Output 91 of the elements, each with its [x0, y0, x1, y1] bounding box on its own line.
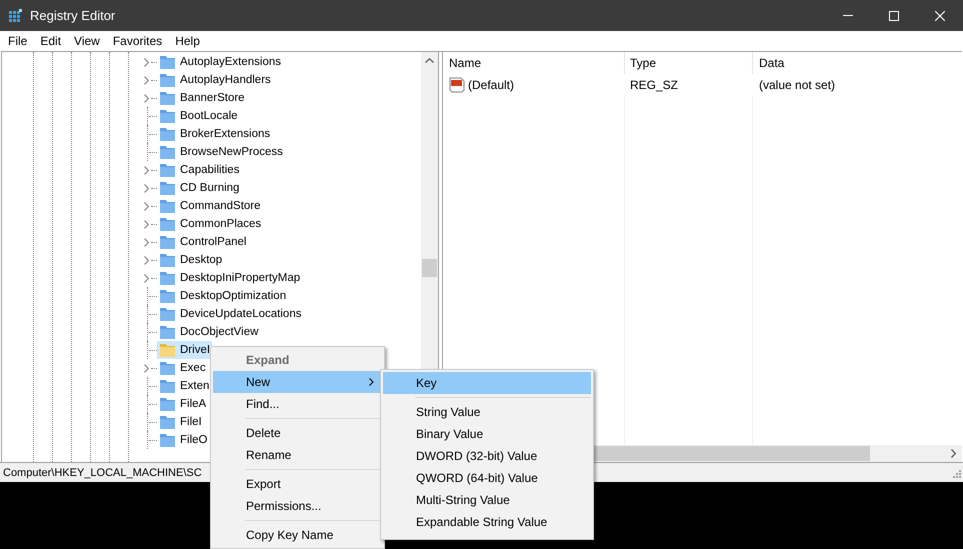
menu-item[interactable]: QWORD (64-bit) Value	[383, 467, 591, 489]
expand-chevron-icon[interactable]	[144, 238, 149, 246]
folder-icon	[160, 361, 175, 375]
expand-chevron-icon[interactable]	[144, 58, 149, 66]
tree-item[interactable]: BrokerExtensions	[157, 125, 272, 143]
menu-item[interactable]: New	[213, 371, 382, 393]
table-cell: (Default)	[468, 78, 514, 92]
menu-item[interactable]: Favorites	[106, 34, 168, 48]
menu-item[interactable]: Help	[168, 34, 206, 48]
tree-item[interactable]: AutoplayHandlers	[157, 71, 273, 89]
tree-item[interactable]: AutoplayExtensions	[157, 53, 284, 71]
menu-item[interactable]: Find...	[213, 393, 382, 415]
resize-grip-icon[interactable]	[951, 468, 961, 478]
close-icon	[935, 10, 945, 20]
menu-item[interactable]: Key	[383, 372, 591, 394]
scroll-right-icon[interactable]	[951, 449, 956, 458]
menu-item[interactable]: Copy Key Name	[213, 524, 382, 546]
tree-item[interactable]: BrowseNewProcess	[157, 143, 285, 161]
menu-item[interactable]: Permissions...	[213, 495, 382, 517]
folder-icon	[160, 433, 175, 447]
folder-icon	[160, 163, 175, 177]
folder-icon	[160, 91, 175, 105]
tree-item[interactable]: Exec	[157, 359, 208, 377]
scroll-thumb[interactable]	[422, 259, 437, 277]
key-path: Computer\HKEY_LOCAL_MACHINE\SC	[3, 466, 202, 478]
tree-item[interactable]: DeviceUpdateLocations	[157, 305, 304, 323]
folder-icon	[160, 181, 175, 195]
column-header[interactable]: Data	[753, 56, 962, 70]
menu-item[interactable]: Delete	[213, 422, 382, 444]
menu-item[interactable]: DWORD (32-bit) Value	[383, 445, 591, 467]
expand-chevron-icon[interactable]	[144, 166, 149, 174]
folder-icon	[160, 55, 175, 69]
tree-item[interactable]: FileO	[157, 431, 210, 449]
tree-item[interactable]: ControlPanel	[157, 233, 248, 251]
folder-icon	[160, 109, 175, 123]
menu-item[interactable]: Rename	[213, 444, 382, 466]
table-cell-text: REG_SZ	[629, 78, 680, 92]
tree-item[interactable]: CommandStore	[157, 197, 263, 215]
folder-icon	[160, 343, 175, 357]
folder-icon	[160, 235, 175, 249]
tree-item[interactable]: Capabilities	[157, 161, 242, 179]
menu-item[interactable]: String Value	[383, 401, 591, 423]
folder-icon	[160, 217, 175, 231]
string-value-icon	[449, 77, 465, 93]
folder-icon	[160, 325, 175, 339]
tree-item[interactable]: DesktopOptimization	[157, 287, 288, 305]
tree-item[interactable]: BannerStore	[157, 89, 247, 107]
expand-chevron-icon[interactable]	[144, 94, 149, 102]
expand-chevron-icon[interactable]	[144, 364, 149, 372]
folder-icon	[160, 307, 175, 321]
folder-icon	[160, 127, 175, 141]
tree-item[interactable]: Desktop	[157, 251, 224, 269]
expand-chevron-icon[interactable]	[144, 76, 149, 84]
maximize-icon	[889, 10, 899, 20]
folder-icon	[160, 253, 175, 267]
menu-item[interactable]: Export	[213, 473, 382, 495]
folder-icon	[160, 397, 175, 411]
menu-item[interactable]: View	[67, 34, 106, 48]
folder-icon	[160, 145, 175, 159]
expand-chevron-icon[interactable]	[144, 274, 149, 282]
folder-icon	[160, 379, 175, 393]
tree-item[interactable]: DesktopIniPropertyMap	[157, 269, 302, 287]
menu-item[interactable]: Multi-String Value	[383, 489, 591, 511]
expand-chevron-icon[interactable]	[144, 256, 149, 264]
column-header[interactable]: Name	[443, 52, 625, 74]
scroll-up-icon[interactable]	[425, 58, 434, 63]
tree-item[interactable]: Exten	[157, 377, 212, 395]
minimize-icon	[843, 15, 853, 16]
column-header[interactable]: Type	[625, 52, 753, 74]
tree-item[interactable]: CD Burning	[157, 179, 242, 197]
expand-chevron-icon[interactable]	[144, 202, 149, 210]
folder-icon	[160, 289, 175, 303]
window-title: Registry Editor	[30, 8, 116, 23]
tree-item[interactable]: CommonPlaces	[157, 215, 264, 233]
expand-chevron-icon[interactable]	[144, 220, 149, 228]
menu-item[interactable]: File	[1, 34, 34, 48]
app-icon	[9, 8, 22, 22]
menu-item[interactable]: Expandable String Value	[383, 511, 591, 533]
tree-item[interactable]: BootLocale	[157, 107, 240, 125]
tree-item[interactable]: FileI	[157, 413, 204, 431]
folder-icon	[160, 199, 175, 213]
folder-icon	[160, 73, 175, 87]
folder-icon	[160, 415, 175, 429]
menu-item[interactable]: Binary Value	[383, 423, 591, 445]
table-cell-text: (value not set)	[758, 78, 836, 92]
menu-item[interactable]: Edit	[33, 34, 68, 48]
folder-icon	[160, 271, 175, 285]
tree-item[interactable]: DocObjectView	[157, 323, 260, 341]
tree-item[interactable]: DriveI	[157, 341, 212, 359]
expand-chevron-icon[interactable]	[144, 184, 149, 192]
tree-item[interactable]: FileA	[157, 395, 208, 413]
